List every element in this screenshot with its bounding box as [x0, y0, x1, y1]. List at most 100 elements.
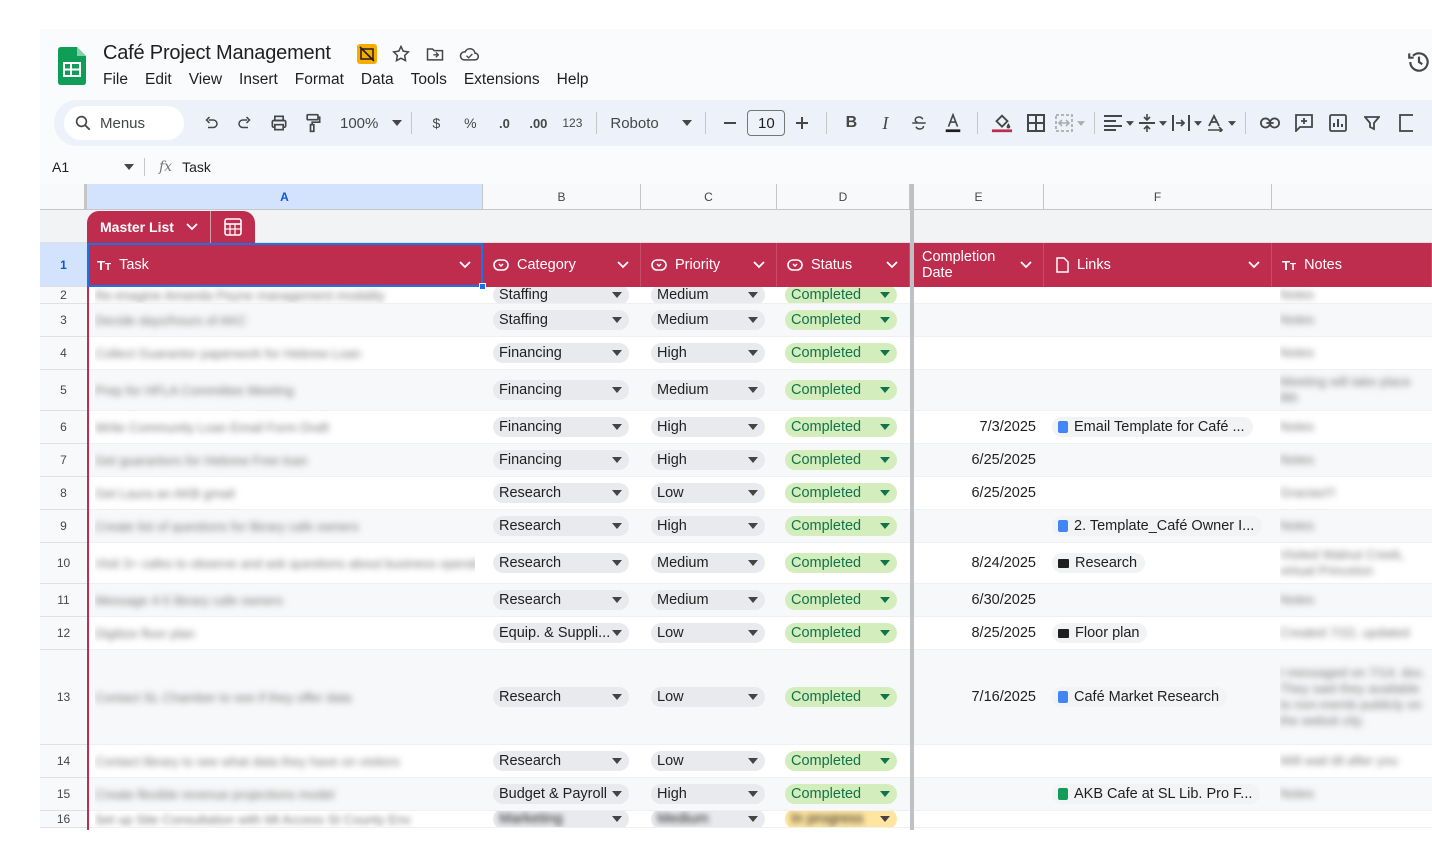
priority-chip[interactable]: Low — [651, 483, 765, 503]
task-cell[interactable]: Message 4-5 library cafe owners — [95, 584, 475, 616]
category-chip[interactable]: Equip. & Suppli... — [493, 623, 629, 643]
priority-cell[interactable]: Medium — [651, 543, 767, 583]
priority-cell[interactable]: High — [651, 337, 767, 369]
menu-data[interactable]: Data — [361, 71, 394, 89]
font-size-decrease-button[interactable] — [715, 108, 745, 138]
paint-format-icon[interactable] — [298, 108, 328, 138]
row-header[interactable]: 12 — [40, 617, 87, 650]
notes-cell[interactable] — [1280, 811, 1432, 827]
category-chip[interactable]: Research — [493, 751, 629, 771]
row-header[interactable]: 2 — [40, 287, 87, 304]
percent-format-button[interactable]: % — [455, 108, 485, 138]
priority-chip[interactable]: High — [651, 784, 765, 804]
more-formats-button[interactable]: 123 — [557, 108, 587, 138]
insert-chart-icon[interactable] — [1323, 108, 1353, 138]
category-chip[interactable]: Staffing — [493, 287, 629, 303]
priority-chip[interactable]: High — [651, 516, 765, 536]
status-cell[interactable]: Completed — [785, 411, 901, 443]
priority-chip[interactable]: Low — [651, 687, 765, 707]
bold-icon[interactable]: B — [836, 108, 866, 138]
priority-cell[interactable]: Medium — [651, 370, 767, 410]
status-cell[interactable]: Completed — [785, 543, 901, 583]
task-cell[interactable]: Write Community Loan Email Form Draft — [95, 411, 475, 443]
priority-chip[interactable]: High — [651, 450, 765, 470]
menu-view[interactable]: View — [189, 71, 222, 89]
formula-input[interactable]: Task — [182, 159, 211, 175]
status-chip[interactable]: Completed — [785, 516, 897, 536]
select-all-corner[interactable] — [40, 184, 87, 210]
link-cell[interactable] — [1052, 745, 1267, 777]
category-cell[interactable]: Staffing — [493, 287, 631, 303]
completion-date-cell[interactable] — [914, 304, 1044, 336]
category-cell[interactable]: Staffing — [493, 304, 631, 336]
priority-cell[interactable]: Medium — [651, 584, 767, 616]
category-cell[interactable]: Budget & Payroll — [493, 778, 631, 810]
task-cell[interactable]: Digitize floor plan — [95, 617, 475, 649]
name-box[interactable]: A1 — [40, 159, 144, 175]
status-chip[interactable]: In progress — [785, 811, 897, 827]
priority-cell[interactable]: Low — [651, 745, 767, 777]
link-cell[interactable] — [1052, 337, 1267, 369]
fill-handle[interactable] — [479, 283, 486, 290]
status-cell[interactable]: Completed — [785, 337, 901, 369]
priority-cell[interactable]: Low — [651, 650, 767, 744]
status-chip[interactable]: Completed — [785, 784, 897, 804]
italic-icon[interactable]: I — [870, 108, 900, 138]
priority-chip[interactable]: High — [651, 343, 765, 363]
link-cell[interactable]: Floor plan — [1052, 617, 1267, 649]
category-cell[interactable]: Research — [493, 543, 631, 583]
task-cell[interactable]: Set up Site Consultation with Mt Access … — [95, 811, 475, 827]
document-title[interactable]: Café Project Management — [103, 42, 331, 65]
menu-help[interactable]: Help — [557, 71, 589, 89]
category-chip[interactable]: Financing — [493, 417, 629, 437]
link-chip[interactable]: Email Template for Café ... — [1052, 417, 1253, 437]
header-task[interactable]: TT Task — [87, 243, 483, 287]
row-header[interactable]: 10 — [40, 543, 87, 584]
category-chip[interactable]: Research — [493, 687, 629, 707]
priority-cell[interactable]: Low — [651, 477, 767, 509]
priority-cell[interactable]: Medium — [651, 287, 767, 303]
priority-chip[interactable]: Medium — [651, 310, 765, 330]
redo-icon[interactable] — [230, 108, 260, 138]
notes-cell[interactable]: Notes — [1280, 411, 1432, 443]
category-cell[interactable]: Financing — [493, 337, 631, 369]
category-chip[interactable]: Financing — [493, 343, 629, 363]
link-chip[interactable]: AKB Cafe at SL Lib. Pro F... — [1052, 784, 1261, 804]
status-chip[interactable]: Completed — [785, 417, 897, 437]
link-cell[interactable] — [1052, 370, 1267, 410]
task-cell[interactable]: Contact library to see what data they ha… — [95, 745, 475, 777]
link-chip[interactable]: Research — [1052, 553, 1146, 573]
link-cell[interactable] — [1052, 444, 1267, 476]
link-cell[interactable]: AKB Cafe at SL Lib. Pro F... — [1052, 778, 1267, 810]
link-cell[interactable]: Research — [1052, 543, 1267, 583]
chevron-down-icon[interactable] — [458, 257, 472, 271]
row-header[interactable]: 16 — [40, 811, 87, 828]
status-cell[interactable]: Completed — [785, 477, 901, 509]
link-chip[interactable]: 2. Template_Café Owner I... — [1052, 516, 1263, 536]
font-size-input[interactable]: 10 — [747, 110, 786, 136]
header-category[interactable]: Category — [483, 243, 641, 287]
menu-format[interactable]: Format — [295, 71, 344, 89]
print-icon[interactable] — [264, 108, 294, 138]
status-chip[interactable]: Completed — [785, 553, 897, 573]
row-header-1[interactable]: 1 — [40, 243, 87, 287]
task-cell[interactable]: Get Laura an AKB gmail — [95, 477, 475, 509]
category-chip[interactable]: Research — [493, 590, 629, 610]
notes-cell[interactable]: I messaged on 7/14. doc. They said they … — [1280, 650, 1432, 744]
status-cell[interactable]: Completed — [785, 304, 901, 336]
notes-cell[interactable]: Notes — [1280, 337, 1432, 369]
category-cell[interactable]: Research — [493, 650, 631, 744]
status-cell[interactable]: Completed — [785, 650, 901, 744]
category-chip[interactable]: Budget & Payroll — [493, 784, 629, 804]
link-cell[interactable] — [1052, 811, 1267, 827]
completion-date-cell[interactable] — [914, 287, 1044, 303]
header-status[interactable]: Status — [777, 243, 910, 287]
completion-date-cell[interactable]: 8/25/2025 — [914, 617, 1044, 649]
priority-chip[interactable]: Medium — [651, 380, 765, 400]
status-chip[interactable]: Completed — [785, 687, 897, 707]
category-cell[interactable]: Research — [493, 745, 631, 777]
strikethrough-icon[interactable] — [904, 108, 934, 138]
status-chip[interactable]: Completed — [785, 483, 897, 503]
status-cell[interactable]: Completed — [785, 370, 901, 410]
priority-cell[interactable]: Medium — [651, 304, 767, 336]
